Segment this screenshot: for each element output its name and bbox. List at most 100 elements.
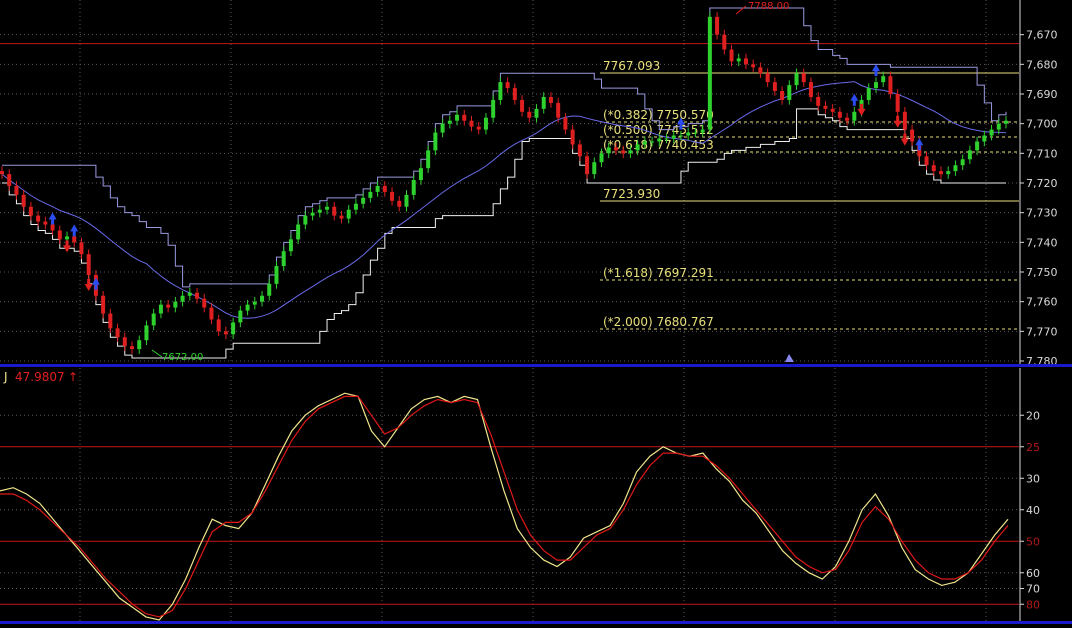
indicator-name: J <box>3 370 8 384</box>
stock-chart: 7767.093 (*0.382) 7750.570 (*0.500) 7745.5… <box>0 0 1072 624</box>
indicator-axis-label: 20 <box>1026 409 1040 422</box>
candle-body <box>938 171 943 175</box>
candle-body <box>440 123 445 133</box>
fib-level-label: 7723.930 <box>603 187 660 201</box>
candle-body <box>671 135 676 139</box>
candle-body <box>361 197 366 204</box>
candle-body <box>491 99 496 118</box>
candle-body <box>866 88 871 100</box>
candle-body <box>715 16 720 35</box>
candle-body <box>505 82 510 89</box>
candle-body <box>881 76 886 83</box>
candle-body <box>736 58 741 62</box>
candle-body <box>0 171 4 175</box>
candle-body <box>729 49 734 62</box>
candle-body <box>960 159 965 166</box>
fib-level-label: (*0.382) 7750.570 <box>603 108 714 122</box>
candle-body <box>252 301 257 305</box>
candle-body <box>14 185 19 195</box>
candle-body <box>548 96 553 103</box>
indicator-arrow-icon: ↑ <box>68 370 78 384</box>
candle-body <box>650 141 655 143</box>
candle-body <box>975 141 980 151</box>
candle-body <box>599 153 604 163</box>
candle-body <box>498 82 503 100</box>
fib-level-label: 7767.093 <box>603 59 660 73</box>
candle-body <box>743 58 748 65</box>
high-price-marker: 7788.00 <box>748 1 789 12</box>
candle-body <box>967 150 972 160</box>
candle-body <box>447 120 452 124</box>
candle-body <box>686 132 691 136</box>
candle-body <box>787 85 792 100</box>
candle-body <box>527 111 532 118</box>
indicator-value: 47.9807 <box>15 370 65 384</box>
candle-body <box>570 129 575 145</box>
candle-body <box>758 67 763 74</box>
candle-body <box>187 292 192 296</box>
candle-body <box>642 141 647 145</box>
candle-body <box>195 292 200 299</box>
candle-body <box>462 114 467 121</box>
fib-level-label: (*1.618) 7697.291 <box>603 266 714 280</box>
price-axis-label: 7,770 <box>1026 325 1058 338</box>
price-axis-label: 7,690 <box>1026 88 1058 101</box>
candle-body <box>368 191 373 198</box>
candle-body <box>245 304 250 311</box>
candle-body <box>873 82 878 89</box>
candle-body <box>982 135 987 142</box>
candle-body <box>202 298 207 308</box>
candle-body <box>7 174 12 186</box>
candle-body <box>606 147 611 154</box>
price-axis-label: 7,670 <box>1026 29 1058 42</box>
indicator-axis-label: 80 <box>1026 598 1040 611</box>
candle-body <box>72 236 77 243</box>
candle-body <box>115 328 120 338</box>
candle-body <box>678 135 683 137</box>
candle-body <box>541 96 546 109</box>
candle-body <box>693 132 698 134</box>
candle-body <box>512 88 517 100</box>
candle-body <box>765 73 770 83</box>
candle-body <box>664 138 669 140</box>
candle-body <box>772 82 777 92</box>
candle-body <box>21 194 26 207</box>
candle-body <box>144 325 149 341</box>
candle-body <box>852 111 857 121</box>
candle-body <box>426 150 431 169</box>
candle-body <box>57 230 62 240</box>
candle-body <box>346 209 351 219</box>
candle-body <box>108 313 113 329</box>
candle-body <box>476 126 481 130</box>
indicator-axis-label: 60 <box>1026 567 1040 580</box>
candle-body <box>50 224 55 231</box>
candle-body <box>722 34 727 50</box>
candle-body <box>375 185 380 192</box>
candle-body <box>418 168 423 181</box>
candle-body <box>353 203 358 210</box>
candle-body <box>151 313 156 326</box>
candle-body <box>339 215 344 219</box>
candle-body <box>946 171 951 175</box>
candle-body <box>158 304 163 314</box>
candle-body <box>101 295 106 314</box>
candle-body <box>216 319 221 332</box>
indicator-axis-label: 25 <box>1026 441 1040 454</box>
candle-body <box>397 200 402 207</box>
candle-body <box>382 185 387 192</box>
candle-body <box>231 322 236 335</box>
fib-level-label: (*2.000) 7680.767 <box>603 315 714 329</box>
candle-body <box>657 138 662 142</box>
candle-body <box>288 239 293 252</box>
candle-body <box>1004 120 1008 124</box>
candle-body <box>989 129 994 136</box>
candle-body <box>816 96 821 106</box>
candle-body <box>751 64 756 68</box>
candle-body <box>931 165 936 172</box>
candle-body <box>808 82 813 97</box>
price-axis-label: 7,740 <box>1026 236 1058 249</box>
candle-body <box>325 206 330 210</box>
candle-body <box>845 117 850 121</box>
candle-body <box>209 307 214 320</box>
candle-body <box>411 180 416 195</box>
